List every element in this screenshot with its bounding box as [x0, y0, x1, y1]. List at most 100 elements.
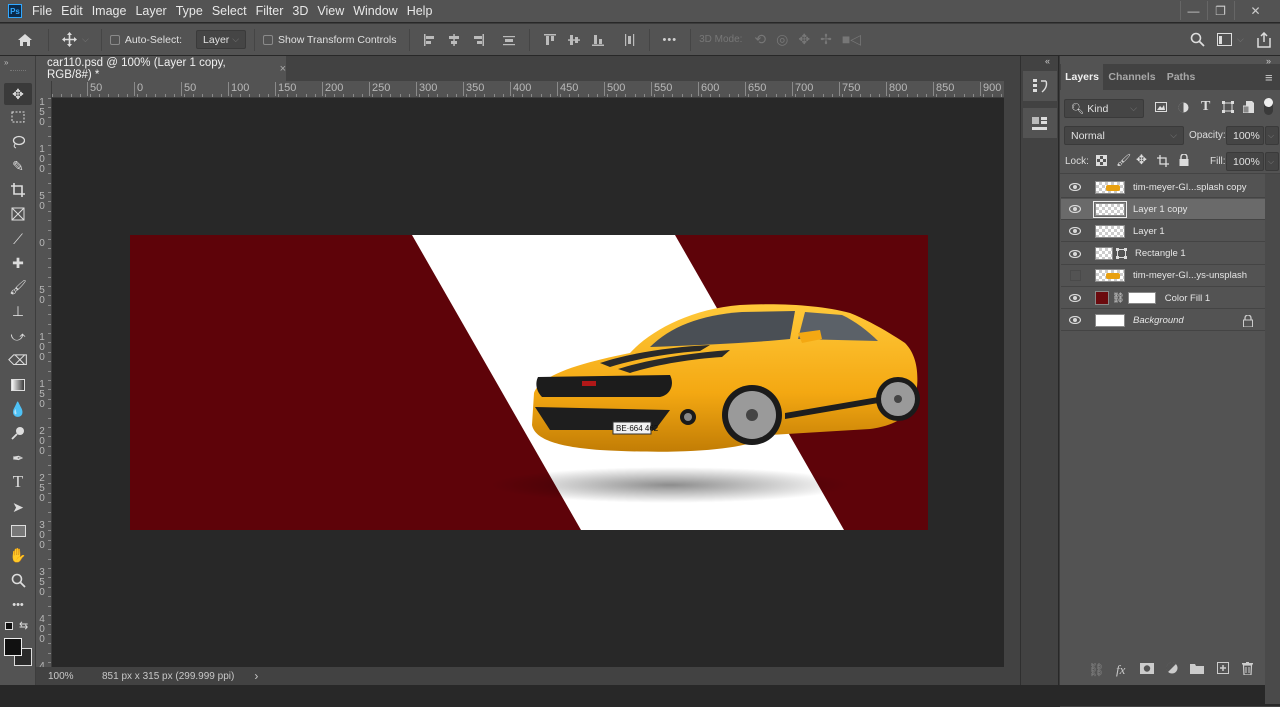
- lock-transparent-pixels-icon[interactable]: [1096, 155, 1107, 169]
- blend-mode-dropdown[interactable]: Normal ⌵: [1064, 126, 1184, 145]
- zoom-level[interactable]: 100%: [36, 671, 84, 682]
- panel-menu-icon[interactable]: ≡: [1265, 70, 1273, 85]
- vertical-ruler[interactable]: 1 5 0 1 0 0 5 0 0 5 0 1 0 0 1 5 0 2 0 0 2 5 0 3 0…: [36, 81, 52, 667]
- eye-icon[interactable]: [1065, 227, 1085, 236]
- share-icon[interactable]: [1257, 31, 1271, 48]
- layer-row[interactable]: Layer 1 copy: [1061, 199, 1265, 221]
- opacity-input[interactable]: 100%: [1226, 126, 1264, 145]
- layer-name[interactable]: Rectangle 1: [1135, 248, 1186, 259]
- layer-name[interactable]: Color Fill 1: [1165, 293, 1210, 304]
- layer-name[interactable]: tim-meyer-GI...splash copy: [1133, 182, 1247, 193]
- minimize-button[interactable]: —: [1180, 1, 1206, 20]
- visibility-toggle-empty[interactable]: [1065, 270, 1085, 282]
- 3d-properties-panel-button[interactable]: [1023, 108, 1057, 138]
- close-window-button[interactable]: ✕: [1234, 1, 1276, 20]
- type-tool[interactable]: T: [4, 471, 32, 493]
- chevron-down-icon[interactable]: ⌵: [82, 34, 89, 45]
- layer-name[interactable]: Layer 1: [1133, 226, 1165, 237]
- filter-adjustment-layers-icon[interactable]: [1178, 102, 1189, 116]
- layer-thumbnail[interactable]: [1095, 269, 1125, 283]
- layer-name[interactable]: tim-meyer-GI...ys-unsplash: [1133, 270, 1247, 281]
- drag-3d-icon[interactable]: ✥: [798, 31, 810, 48]
- layer-row[interactable]: Rectangle 1: [1061, 244, 1265, 265]
- toolbar-grip[interactable]: [10, 70, 26, 72]
- opacity-slider-toggle[interactable]: ⌵: [1265, 126, 1279, 145]
- lock-artboard-icon[interactable]: [1157, 155, 1169, 170]
- foreground-color-swatch[interactable]: [4, 638, 22, 656]
- layer-row[interactable]: ⛓ Color Fill 1: [1061, 288, 1265, 309]
- menu-edit[interactable]: Edit: [61, 4, 90, 18]
- horizontal-ruler[interactable]: 50 0 50 100 150 200 250 300 350 400 450 500 550 600 65…: [52, 81, 1004, 98]
- restore-button[interactable]: ❐: [1207, 1, 1233, 20]
- layers-scrollbar[interactable]: [1265, 174, 1280, 704]
- history-brush-tool[interactable]: ⤻: [4, 325, 32, 347]
- filter-toggle-switch[interactable]: [1264, 98, 1273, 115]
- menu-file[interactable]: File: [32, 4, 59, 18]
- rectangular-marquee-tool[interactable]: [4, 106, 32, 128]
- eye-icon[interactable]: [1065, 316, 1085, 325]
- orbit-3d-icon[interactable]: ⟲: [754, 31, 766, 48]
- lock-all-icon[interactable]: [1179, 153, 1189, 169]
- eye-icon[interactable]: [1065, 183, 1085, 191]
- workspace-chevron-icon[interactable]: ⌵: [1237, 34, 1244, 45]
- menu-view[interactable]: View: [317, 4, 351, 18]
- crop-tool[interactable]: [4, 179, 32, 201]
- default-colors-icon[interactable]: [5, 622, 13, 630]
- document-canvas[interactable]: BE·664 462: [130, 235, 928, 530]
- vertical-scrollbar[interactable]: [1004, 81, 1020, 667]
- eye-icon[interactable]: [1065, 294, 1085, 302]
- layer-name[interactable]: Layer 1 copy: [1133, 204, 1187, 215]
- filter-pixel-layers-icon[interactable]: [1155, 102, 1167, 115]
- show-transform-controls-checkbox[interactable]: [263, 34, 274, 45]
- edit-toolbar-button[interactable]: •••: [4, 594, 32, 616]
- lock-image-pixels-icon[interactable]: 🖌︎: [1116, 153, 1131, 167]
- pen-tool[interactable]: ✒: [4, 447, 32, 469]
- lock-position-icon[interactable]: ✥: [1136, 152, 1147, 168]
- auto-select-checkbox[interactable]: [109, 34, 120, 45]
- frame-tool[interactable]: [4, 203, 32, 225]
- new-group-icon[interactable]: [1190, 662, 1204, 677]
- distribute-horizontal-icon[interactable]: [622, 33, 636, 47]
- gradient-tool[interactable]: [4, 374, 32, 396]
- healing-brush-tool[interactable]: ✚: [4, 252, 32, 274]
- close-document-icon[interactable]: ×: [280, 63, 286, 75]
- menu-layer[interactable]: Layer: [135, 4, 173, 18]
- collapse-dock-left-icon[interactable]: «: [1045, 56, 1050, 66]
- fill-slider-toggle[interactable]: ⌵: [1265, 152, 1279, 171]
- align-horizontal-centers-icon[interactable]: [447, 33, 461, 47]
- layer-thumbnail[interactable]: [1095, 224, 1125, 238]
- collapse-toolbar-icon[interactable]: »: [4, 58, 8, 67]
- link-icon[interactable]: ⛓: [1112, 293, 1125, 304]
- layer-row[interactable]: Background: [1061, 310, 1265, 332]
- tab-layers[interactable]: Layers: [1061, 64, 1103, 90]
- menu-window[interactable]: Window: [353, 4, 404, 18]
- layer-thumbnail[interactable]: [1095, 180, 1125, 194]
- adjustment-layer-icon[interactable]: [1166, 662, 1178, 677]
- document-tab[interactable]: car110.psd @ 100% (Layer 1 copy, RGB/8#)…: [36, 56, 286, 81]
- align-right-edges-icon[interactable]: [471, 33, 485, 47]
- eraser-tool[interactable]: ⌫: [4, 349, 32, 371]
- new-layer-icon[interactable]: [1217, 662, 1229, 677]
- delete-layer-icon[interactable]: [1242, 662, 1253, 678]
- layer-thumbnail[interactable]: [1095, 313, 1125, 327]
- menu-type[interactable]: Type: [176, 4, 210, 18]
- brush-tool[interactable]: 🖌: [4, 276, 32, 298]
- add-mask-icon[interactable]: [1140, 662, 1154, 677]
- menu-select[interactable]: Select: [212, 4, 254, 18]
- search-icon[interactable]: [1190, 32, 1205, 47]
- fx-icon[interactable]: fx: [1116, 662, 1125, 678]
- layer-row[interactable]: Layer 1: [1061, 221, 1265, 243]
- filter-shape-layers-icon[interactable]: [1222, 101, 1234, 116]
- tab-paths[interactable]: Paths: [1160, 64, 1202, 90]
- eye-icon[interactable]: [1065, 205, 1085, 214]
- home-icon[interactable]: [17, 33, 33, 47]
- hand-tool[interactable]: ✋: [4, 544, 32, 566]
- zoom-tool[interactable]: [4, 569, 32, 591]
- filter-smart-objects-icon[interactable]: [1242, 101, 1254, 116]
- zoom-3d-camera-icon[interactable]: ■◁: [842, 31, 861, 48]
- move-tool[interactable]: ✥: [4, 83, 32, 105]
- more-options-button[interactable]: •••: [663, 34, 678, 46]
- lasso-tool[interactable]: [4, 131, 32, 153]
- swap-colors-icon[interactable]: ⇆: [19, 619, 28, 632]
- menu-filter[interactable]: Filter: [256, 4, 291, 18]
